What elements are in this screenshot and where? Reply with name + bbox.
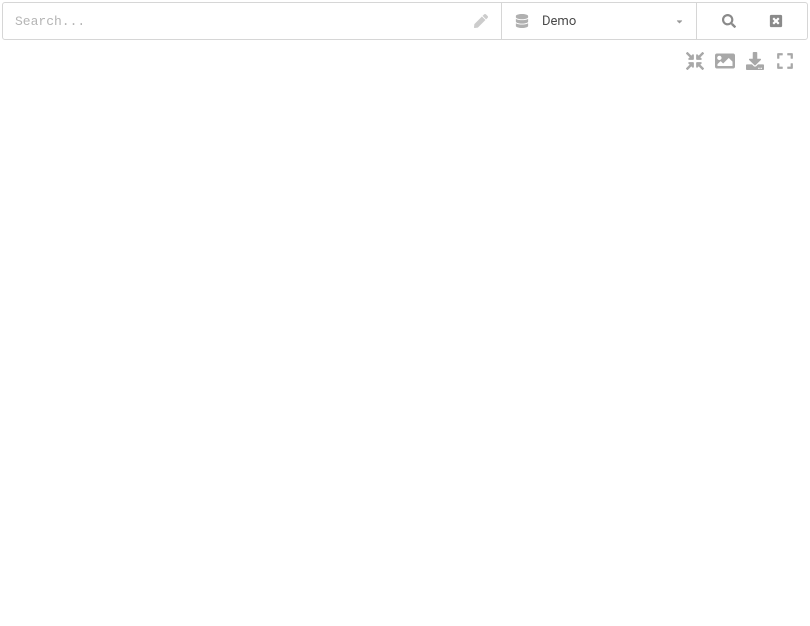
search-input[interactable] — [3, 3, 501, 39]
collapse-icon — [686, 52, 704, 70]
database-icon — [514, 13, 530, 29]
close-icon — [769, 14, 783, 28]
view-toolbar — [0, 42, 810, 80]
image-button[interactable] — [714, 50, 736, 72]
pen-icon[interactable] — [473, 13, 489, 29]
content-area — [0, 80, 810, 614]
search-button[interactable] — [719, 11, 739, 31]
download-icon — [746, 52, 764, 70]
database-selected-label: Demo — [542, 14, 674, 29]
fullscreen-icon — [776, 52, 794, 70]
collapse-button[interactable] — [684, 50, 706, 72]
clear-button[interactable] — [766, 11, 786, 31]
search-icon — [722, 14, 736, 28]
search-section — [3, 3, 502, 39]
database-selector[interactable]: Demo — [502, 3, 697, 39]
caret-down-icon — [674, 16, 684, 26]
top-search-bar: Demo — [2, 2, 808, 40]
download-button[interactable] — [744, 50, 766, 72]
image-icon — [715, 51, 735, 71]
fullscreen-button[interactable] — [774, 50, 796, 72]
actions-section — [697, 3, 807, 39]
